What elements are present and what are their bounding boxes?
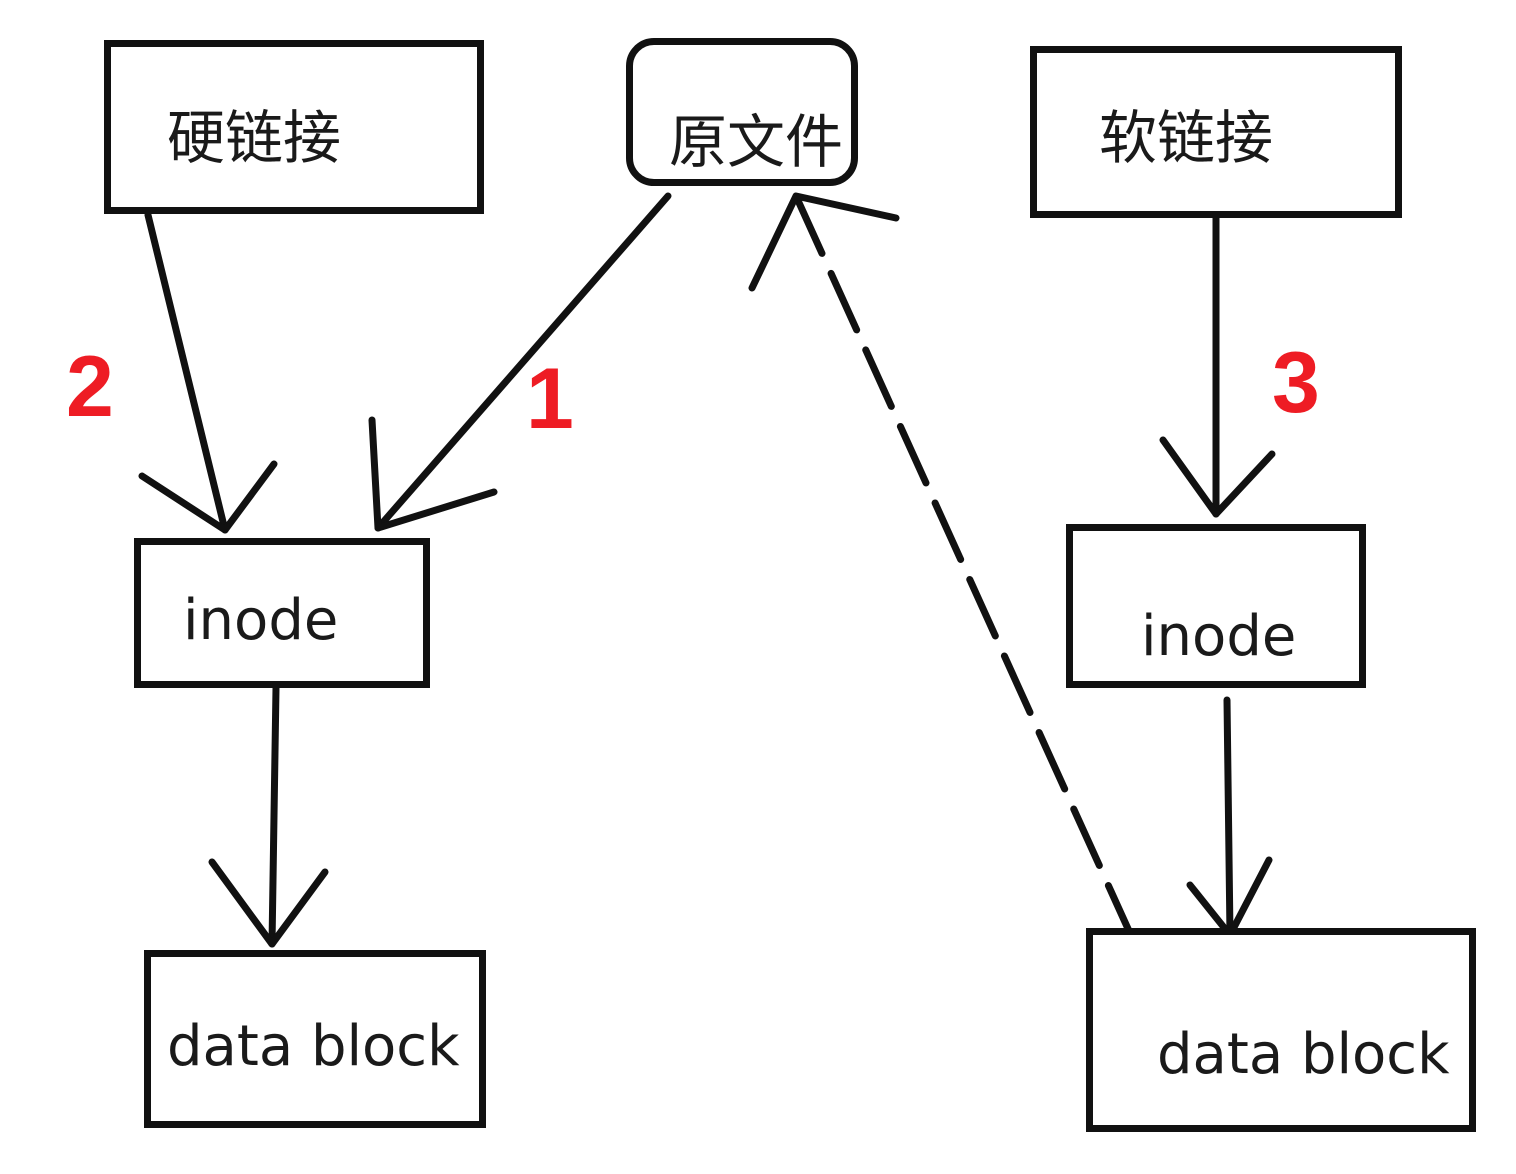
inode-right-node: inode — [1066, 524, 1366, 688]
edge-original-to-inode — [368, 192, 672, 532]
original-file-node: 原文件 — [626, 38, 858, 186]
soft-link-node: 软链接 — [1030, 46, 1402, 218]
hard-link-label: 硬链接 — [167, 104, 342, 172]
inode-right-label: inode — [1141, 604, 1297, 669]
edge-soft-link-to-inode — [1159, 210, 1276, 518]
edge-inode-to-datablock-left — [208, 684, 329, 948]
data-block-left-node: data block — [144, 950, 486, 1128]
data-block-right-label: data block — [1157, 1022, 1450, 1087]
edge-hard-link-to-inode — [138, 211, 278, 534]
original-file-label: 原文件 — [669, 108, 844, 176]
inode-left-label: inode — [183, 588, 339, 653]
data-block-left-label: data block — [167, 1014, 460, 1079]
edge-label-2: 2 — [66, 339, 114, 435]
edge-inode-to-datablock-right — [1186, 696, 1273, 939]
edge-label-3: 3 — [1272, 335, 1320, 431]
edge-label-1: 1 — [526, 351, 574, 447]
soft-link-label: 软链接 — [1099, 104, 1274, 172]
data-block-right-node: data block — [1086, 928, 1476, 1132]
hard-link-node: 硬链接 — [104, 40, 484, 214]
inode-left-node: inode — [134, 538, 430, 688]
